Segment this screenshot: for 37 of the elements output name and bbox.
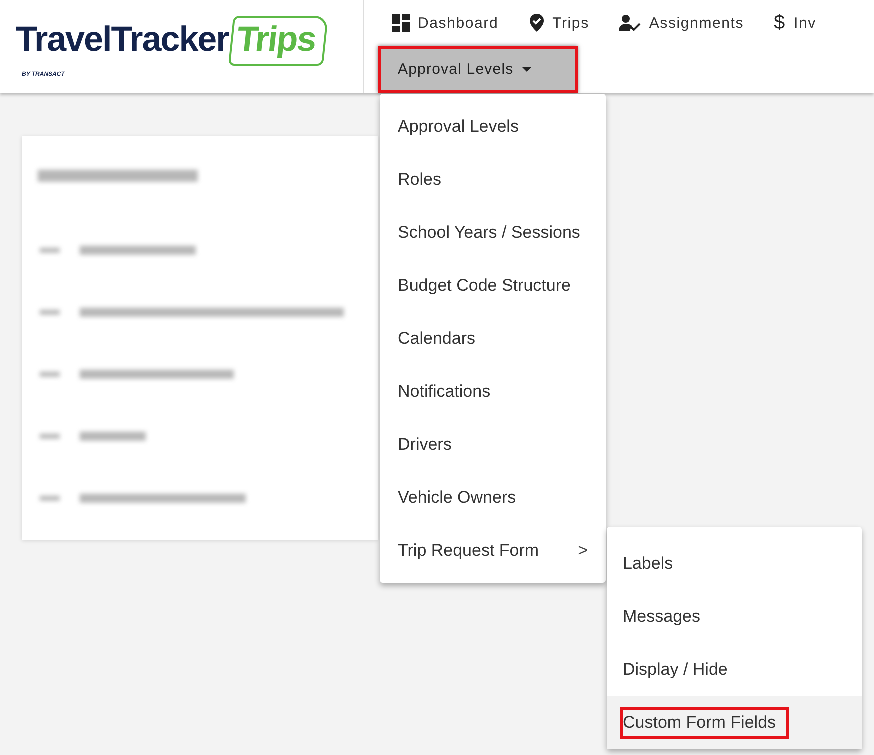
menu-item[interactable]: Budget Code Structure [380, 259, 606, 312]
menu-item-label: Trip Request Form [398, 540, 540, 560]
menu-item-label: Roles [398, 170, 442, 190]
menu-item-label: Display / Hide [622, 658, 729, 680]
dashboard-icon [392, 14, 410, 32]
menu-item[interactable]: Labels [607, 537, 862, 590]
menu-item[interactable]: Approval Levels [380, 100, 606, 153]
menu-item[interactable]: Drivers [380, 418, 606, 471]
nav-link[interactable]: Trips [528, 14, 590, 32]
menu-item[interactable]: Roles [380, 153, 606, 206]
menu-item-label: Vehicle Owners [398, 488, 516, 508]
menu-item-label: Budget Code Structure [398, 276, 571, 296]
menu-item[interactable]: Calendars [380, 312, 606, 365]
menu-item[interactable]: Notifications [380, 365, 606, 418]
nav-link[interactable]: Dashboard [392, 14, 499, 32]
menu-item-label: Labels [622, 552, 674, 574]
nav-link[interactable]: Assignments [619, 14, 744, 32]
menu-item[interactable]: Custom Form Fields [607, 696, 862, 749]
dropdown-button[interactable]: Approval Levels [378, 46, 578, 93]
menu-item[interactable]: School Years / Sessions [380, 206, 606, 259]
menu-item[interactable]: Display / Hide [607, 643, 862, 696]
menu-item-label: Approval Levels [398, 116, 519, 136]
menu-item-label: School Years / Sessions [398, 222, 580, 242]
menu-item-label: Notifications [398, 382, 491, 402]
chevron-icon: > [578, 540, 588, 560]
menu-item[interactable]: Messages [607, 590, 862, 643]
person-check-icon [619, 14, 642, 32]
nav-link[interactable]: $ Inv [774, 12, 816, 34]
menu-item-label: Custom Form Fields [620, 706, 790, 738]
menu-item[interactable]: Vehicle Owners [380, 471, 606, 524]
map-pin-icon [528, 14, 545, 32]
menu-item-label: Calendars [398, 328, 476, 348]
menu-item-label: Messages [622, 606, 702, 628]
dollar-icon: $ [774, 12, 786, 34]
menu-item[interactable]: Trip Request Form > [380, 524, 606, 577]
menu-item-label: Drivers [398, 434, 452, 454]
caret-icon [522, 67, 532, 72]
